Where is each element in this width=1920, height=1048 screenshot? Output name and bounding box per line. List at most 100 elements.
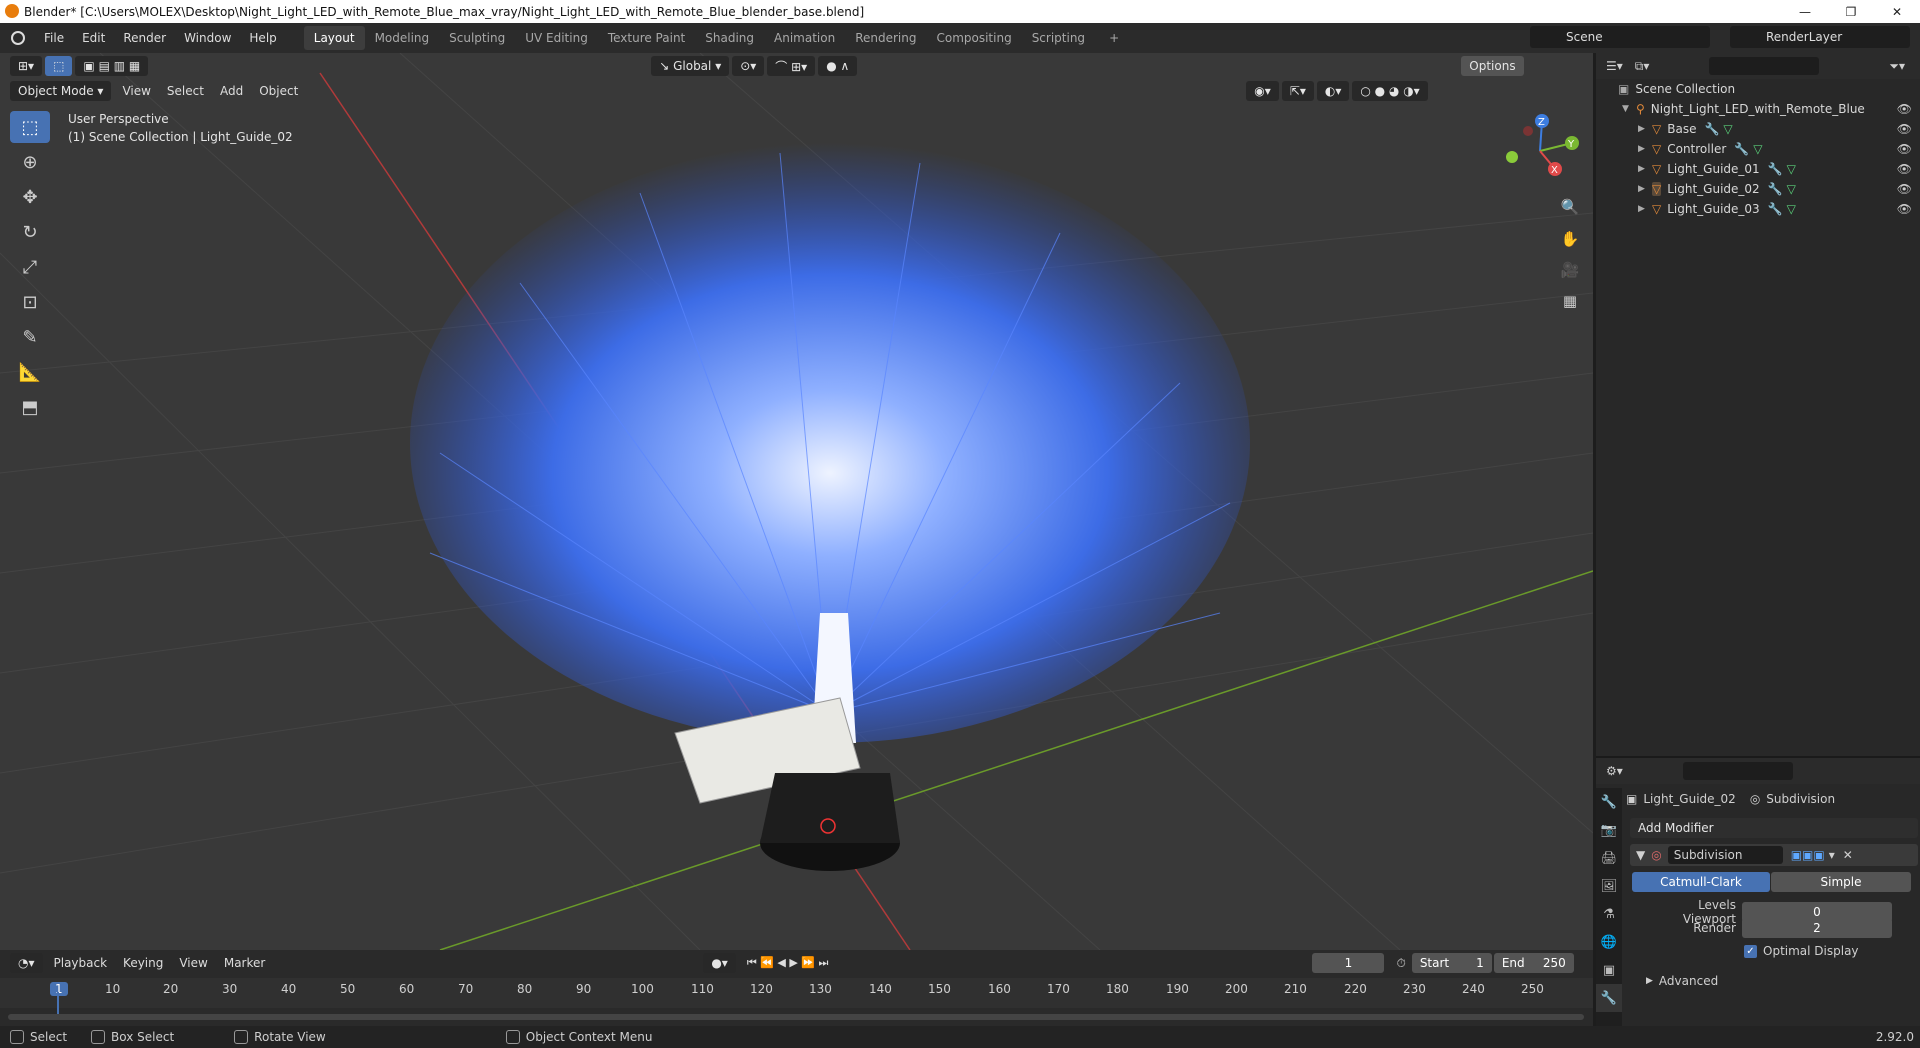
select-box-tool-icon[interactable]: ⬚ (10, 111, 50, 143)
start-frame-field[interactable]: Start 1 (1411, 953, 1492, 973)
filter-icon[interactable]: ⏷▾ (1889, 59, 1905, 74)
properties-editor-icon[interactable]: ⚙▾ (1606, 764, 1623, 778)
timeline-menu-view[interactable]: View (171, 956, 215, 970)
gizmo-toggle-icon[interactable]: ⇱▾ (1281, 81, 1314, 101)
menu-render[interactable]: Render (114, 31, 175, 45)
menu-file[interactable]: File (35, 31, 73, 45)
outliner-object-light-guide-03[interactable]: ▶ ▽ Light_Guide_03 🔧 ▽ 👁 (1596, 199, 1920, 219)
timeline-menu-keying[interactable]: Keying (115, 956, 171, 970)
modifier-icon[interactable]: 🔧 (1734, 142, 1749, 156)
zoom-icon[interactable]: 🔍 (1556, 193, 1584, 221)
add-modifier-dropdown[interactable]: Add Modifier (1630, 818, 1918, 838)
visibility-eye-icon[interactable]: 👁 (1897, 142, 1912, 156)
modifier-header[interactable]: ▼ ◎ Subdivision ▣▣▣ ▾ ✕ (1630, 844, 1918, 866)
visibility-eye-icon[interactable]: 👁 (1897, 202, 1912, 216)
outliner-object-base[interactable]: ▶ ▽ Base 🔧 ▽ 👁 (1596, 119, 1920, 139)
visibility-icon[interactable]: ◉▾ (1246, 81, 1279, 101)
simple-button[interactable]: Simple (1771, 872, 1911, 892)
outliner-scene-collection[interactable]: ▣ Scene Collection (1596, 79, 1920, 99)
measure-tool-icon[interactable]: 📐 (10, 356, 50, 388)
annotate-tool-icon[interactable]: ✎ (10, 321, 50, 353)
proportional-edit-icon[interactable]: ● ∧ (818, 56, 858, 76)
visibility-eye-icon[interactable]: 👁 (1897, 182, 1912, 196)
outliner-collection-row[interactable]: ▼ ⚲ Night_Light_LED_with_Remote_Blue 👁 (1596, 99, 1920, 119)
visibility-eye-icon[interactable]: 👁 (1897, 102, 1912, 116)
tab-rendering[interactable]: Rendering (845, 26, 926, 50)
menu-help[interactable]: Help (240, 31, 285, 45)
expand-arrow-icon[interactable]: ▶ (1638, 164, 1652, 174)
world-tab-icon[interactable]: 🌐 (1596, 928, 1622, 956)
timeline-ruler[interactable]: 1 10 20 30 40 50 60 70 80 90 100 110 120… (0, 978, 1593, 1008)
pan-hand-icon[interactable]: ✋ (1556, 225, 1584, 253)
optimal-display-checkbox[interactable]: ✓ (1744, 944, 1757, 958)
editor-type-icon[interactable]: ⊞▾ (10, 56, 43, 76)
overlay-toggle-icon[interactable]: ◐▾ (1316, 81, 1350, 101)
modifier-icon[interactable]: 🔧 (1768, 202, 1783, 216)
modifier-icon[interactable]: 🔧 (1704, 122, 1719, 136)
shading-mode-icons[interactable]: ○ ● ◕ ◑▾ (1352, 81, 1428, 101)
visibility-eye-icon[interactable]: 👁 (1897, 162, 1912, 176)
tab-modeling[interactable]: Modeling (365, 26, 440, 50)
viewport-3d[interactable]: ⊞▾ ⬚ ▣ ▤ ▥ ▦ ↘ Global ▾ ⊙▾ ⌒ ⊞▾ ● ∧ Opti… (0, 53, 1593, 950)
viewport-menu-select[interactable]: Select (159, 84, 212, 98)
mesh-data-icon[interactable]: ▽ (1787, 202, 1796, 216)
outliner-object-light-guide-01[interactable]: ▶ ▽ Light_Guide_01 🔧 ▽ 👁 (1596, 159, 1920, 179)
select-mode-icons[interactable]: ▣ ▤ ▥ ▦ (75, 56, 149, 76)
render-levels-field[interactable]: 2 (1742, 918, 1892, 938)
display-mode-icon[interactable]: ⧉▾ (1635, 59, 1650, 74)
timeline-menu-playback[interactable]: Playback (46, 956, 116, 970)
modifier-icon[interactable]: 🔧 (1768, 182, 1783, 196)
timeline-menu-marker[interactable]: Marker (216, 956, 273, 970)
viewport-menu-view[interactable]: View (114, 84, 158, 98)
outliner-object-light-guide-02[interactable]: ▶ ▽ Light_Guide_02 🔧 ▽ 👁 (1596, 179, 1920, 199)
scene-tab-icon[interactable]: ⚗ (1596, 900, 1622, 928)
ortho-grid-icon[interactable]: ▦ (1556, 287, 1584, 315)
blender-menu-icon[interactable] (11, 31, 25, 45)
remove-modifier-icon[interactable]: ✕ (1843, 848, 1853, 862)
viewport-menu-add[interactable]: Add (212, 84, 251, 98)
add-workspace-icon[interactable]: + (1099, 26, 1129, 50)
modifier-icon[interactable]: 🔧 (1768, 162, 1783, 176)
expand-arrow-icon[interactable]: ▶ (1638, 204, 1652, 214)
transform-orientation[interactable]: ↘ Global ▾ (651, 56, 730, 76)
modifier-tab-icon[interactable]: 🔧 (1596, 984, 1622, 1012)
tab-uv-editing[interactable]: UV Editing (515, 26, 598, 50)
scale-tool-icon[interactable]: ⤢ (10, 251, 50, 283)
cursor-tool-icon[interactable]: ⊕ (10, 146, 50, 178)
output-tab-icon[interactable]: 🖨 (1596, 844, 1622, 872)
tab-texture-paint[interactable]: Texture Paint (598, 26, 695, 50)
menu-window[interactable]: Window (175, 31, 240, 45)
outliner-search-input[interactable] (1709, 57, 1820, 75)
tool-tab-icon[interactable]: 🔧 (1596, 788, 1622, 816)
render-tab-icon[interactable]: 📷 (1596, 816, 1622, 844)
playback-controls-icons[interactable]: ⏮ ⏪ ◀ ▶ ⏩ ⏭ (739, 956, 837, 970)
mesh-data-icon[interactable]: ▽ (1723, 122, 1732, 136)
expand-arrow-icon[interactable]: ▶ (1638, 144, 1652, 154)
expand-arrow-icon[interactable]: ▼ (1622, 104, 1636, 114)
transform-tool-icon[interactable]: ⊡ (10, 286, 50, 318)
mode-selector[interactable]: Object Mode ▾ (10, 81, 112, 101)
close-button[interactable]: ✕ (1874, 0, 1920, 23)
tab-animation[interactable]: Animation (764, 26, 845, 50)
expand-arrow-icon[interactable]: ▶ (1638, 184, 1652, 194)
collapse-arrow-icon[interactable]: ▼ (1636, 848, 1645, 862)
expand-arrow-icon[interactable]: ▶ (1638, 124, 1652, 134)
outliner-editor-icon[interactable]: ☰▾ (1606, 59, 1623, 73)
catmull-clark-button[interactable]: Catmull-Clark (1632, 872, 1770, 892)
tab-scripting[interactable]: Scripting (1022, 26, 1095, 50)
mesh-data-icon[interactable]: ▽ (1787, 182, 1796, 196)
view-layer-tab-icon[interactable]: 🖼 (1596, 872, 1622, 900)
tab-sculpting[interactable]: Sculpting (439, 26, 515, 50)
rotate-tool-icon[interactable]: ↻ (10, 216, 50, 248)
snap-icon[interactable]: ⌒ ⊞▾ (767, 56, 816, 76)
advanced-panel-toggle[interactable]: ▶ Advanced (1646, 974, 1718, 988)
timeline-scrollbar[interactable] (8, 1014, 1584, 1020)
viewport-menu-object[interactable]: Object (251, 84, 306, 98)
menu-edit[interactable]: Edit (73, 31, 114, 45)
move-tool-icon[interactable]: ✥ (10, 181, 50, 213)
options-dropdown[interactable]: Options (1461, 56, 1524, 76)
object-tab-icon[interactable]: ▣ (1596, 956, 1622, 984)
minimize-button[interactable]: — (1782, 0, 1828, 23)
select-tool-icon[interactable]: ⬚ (45, 56, 73, 76)
camera-view-icon[interactable]: 🎥 (1556, 256, 1584, 284)
